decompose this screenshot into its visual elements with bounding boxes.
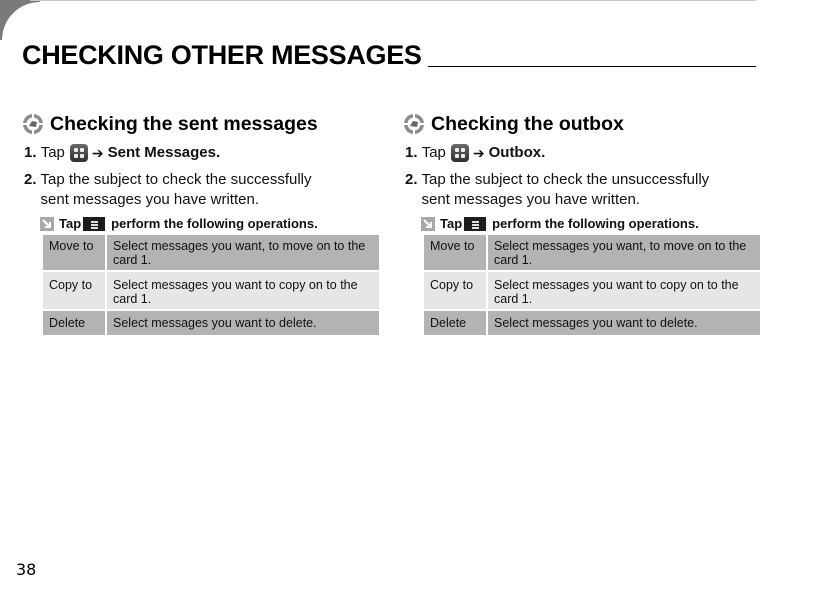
operation-name: Copy to (424, 272, 486, 309)
operation-name: Copy to (43, 272, 105, 309)
note-suffix: perform the following operations. (492, 216, 699, 231)
options-menu-icon (83, 216, 106, 231)
operation-name: Move to (424, 235, 486, 270)
options-menu-icon (464, 216, 487, 231)
title-rule (428, 66, 756, 67)
page-title: CHECKING OTHER MESSAGES (22, 40, 422, 70)
step-text: Tap the subject to check the unsuccessfu… (421, 171, 710, 208)
arrow-icon: ➔ (472, 145, 485, 161)
table-row: Move to Select messages you want, to mov… (43, 235, 379, 270)
operation-desc: Select messages you want, to move on to … (488, 235, 760, 270)
step-destination: Outbox. (488, 144, 546, 161)
step-2: 2. Tap the subject to check the successf… (24, 170, 380, 210)
operations-table: Move to Select messages you want, to mov… (422, 233, 762, 337)
note-icon (40, 216, 54, 231)
section-heading-text: Checking the outbox (431, 112, 624, 135)
step-1: 1. Tap ➔ Outbox. (405, 143, 761, 163)
operation-desc: Select messages you want to delete. (107, 311, 379, 335)
section-heading: Checking the sent messages (20, 110, 380, 138)
table-row: Delete Select messages you want to delet… (43, 311, 379, 335)
menu-grid-icon (450, 144, 469, 162)
note: Tap perform the following operations. (421, 216, 761, 231)
step-2: 2. Tap the subject to check the unsucces… (405, 170, 761, 210)
arrow-icon: ➔ (91, 145, 104, 161)
top-rule (30, 0, 756, 1)
table-row: Copy to Select messages you want to copy… (424, 272, 760, 309)
note-suffix: perform the following operations. (111, 216, 318, 231)
step-text: Tap (40, 144, 65, 161)
table-row: Delete Select messages you want to delet… (424, 311, 760, 335)
operation-name: Delete (424, 311, 486, 335)
operations-table: Move to Select messages you want, to mov… (41, 233, 381, 337)
page-number: 38 (16, 560, 37, 579)
section-outbox: Checking the outbox 1. Tap ➔ Outbox. 2. … (401, 110, 761, 337)
step-1: 1. Tap ➔ Sent Messages. (24, 143, 380, 163)
step-number: 1. (24, 144, 37, 161)
step-destination: Sent Messages. (107, 144, 221, 161)
step-text: Tap the subject to check the successfull… (40, 171, 312, 208)
menu-grid-icon (69, 144, 88, 162)
operation-desc: Select messages you want, to move on to … (107, 235, 379, 270)
section-bullet-icon (22, 113, 44, 135)
step-text: Tap (421, 144, 446, 161)
operation-desc: Select messages you want to copy on to t… (488, 272, 760, 309)
note-prefix: Tap (440, 216, 463, 231)
section-heading-text: Checking the sent messages (50, 112, 318, 135)
operation-name: Move to (43, 235, 105, 270)
table-row: Copy to Select messages you want to copy… (43, 272, 379, 309)
section-bullet-icon (403, 113, 425, 135)
operation-name: Delete (43, 311, 105, 335)
operation-desc: Select messages you want to copy on to t… (107, 272, 379, 309)
step-number: 2. (24, 171, 37, 188)
step-number: 2. (405, 171, 418, 188)
table-row: Move to Select messages you want, to mov… (424, 235, 760, 270)
step-number: 1. (405, 144, 418, 161)
note: Tap perform the following operations. (40, 216, 380, 231)
section-heading: Checking the outbox (401, 110, 761, 138)
note-icon (421, 216, 435, 231)
note-prefix: Tap (59, 216, 82, 231)
operation-desc: Select messages you want to delete. (488, 311, 760, 335)
section-sent-messages: Checking the sent messages 1. Tap ➔ Sent… (20, 110, 380, 337)
